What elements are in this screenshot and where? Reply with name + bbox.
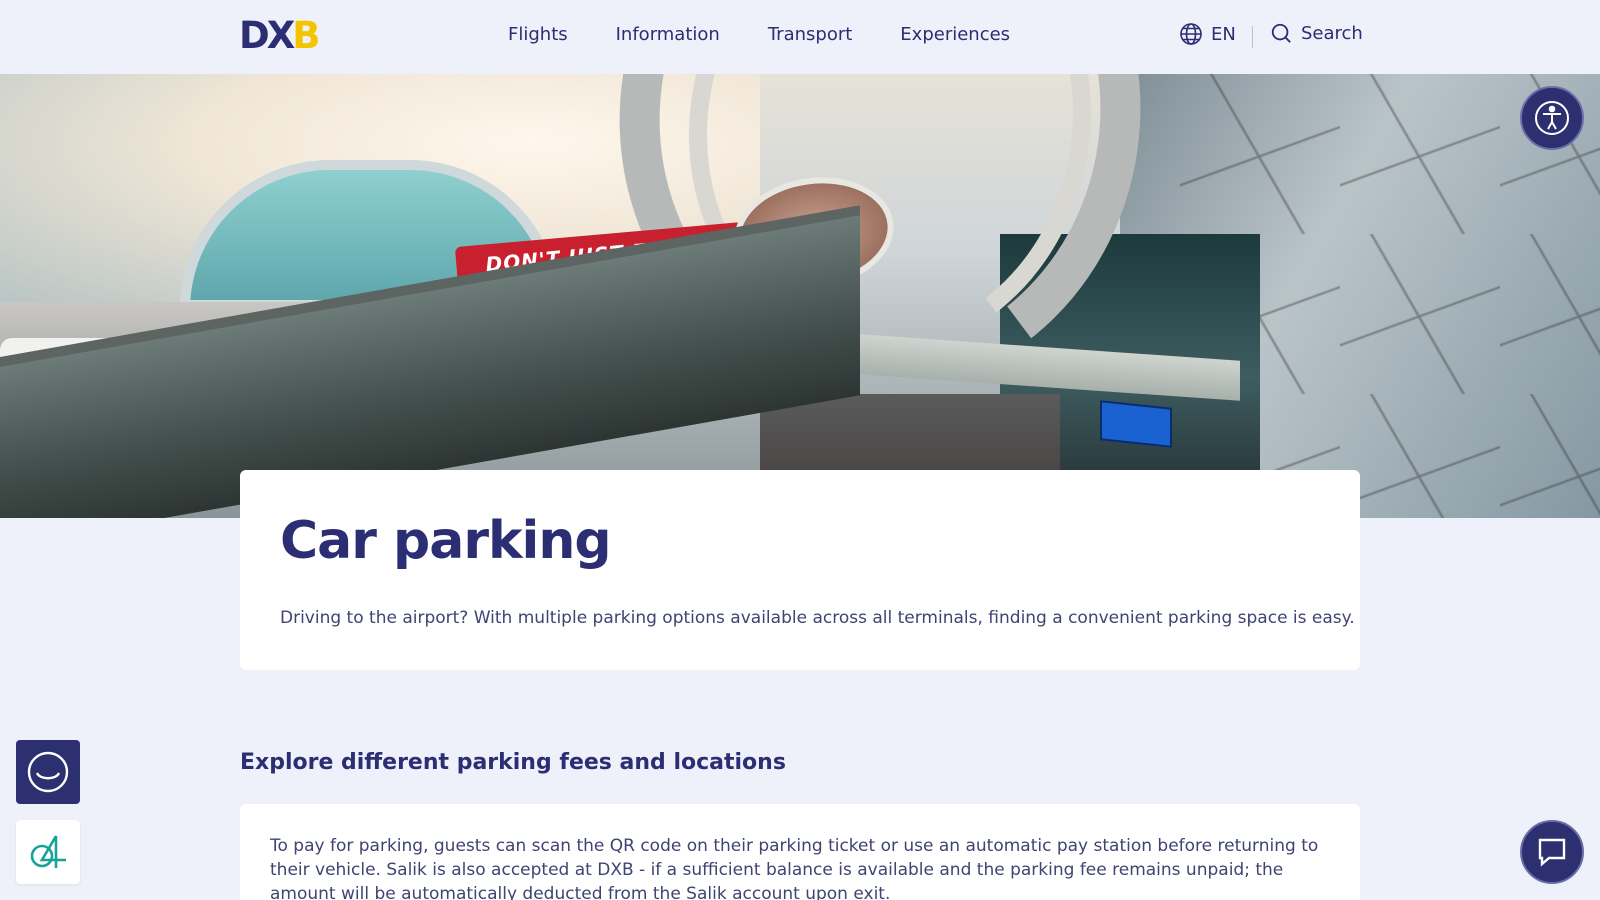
site-header: DXB Flights Information Transport Experi… [0, 0, 1600, 74]
smile-icon [27, 751, 69, 793]
hero-image: DON'T JUST FLY, FLY BETTER [0, 74, 1600, 518]
app-logo-button[interactable] [16, 820, 80, 884]
page-title: Car parking [280, 511, 612, 571]
logo-text: DX [239, 14, 295, 57]
parking-info-box: To pay for parking, guests can scan the … [240, 804, 1360, 900]
section-title: Explore different parking fees and locat… [240, 750, 786, 775]
nav-item-information[interactable]: Information [616, 22, 720, 48]
nav-item-experiences[interactable]: Experiences [900, 22, 1010, 48]
app-logo-icon [30, 835, 66, 868]
language-selector[interactable]: EN [1179, 22, 1236, 46]
page-intro: Driving to the airport? With multiple pa… [280, 608, 1355, 628]
nav-item-flights[interactable]: Flights [508, 22, 568, 48]
language-label: EN [1211, 23, 1236, 45]
chat-button[interactable] [1520, 820, 1584, 884]
feedback-button[interactable] [16, 740, 80, 804]
accessibility-icon [1535, 101, 1569, 135]
page-header-card: Car parking Driving to the airport? With… [240, 470, 1360, 670]
dxb-logo[interactable]: DXB [239, 14, 329, 58]
info-screen [1100, 400, 1172, 448]
search-button[interactable]: Search [1270, 22, 1363, 44]
chat-bubble-icon [1538, 838, 1566, 867]
search-icon [1271, 23, 1291, 43]
logo-text-accent: B [292, 14, 320, 57]
parking-info-text: To pay for parking, guests can scan the … [270, 836, 1319, 900]
search-label: Search [1301, 22, 1363, 44]
globe-icon [1180, 23, 1202, 45]
header-divider [1252, 26, 1253, 48]
accessibility-button[interactable] [1520, 86, 1584, 150]
main-nav: Flights Information Transport Experience… [508, 22, 1058, 48]
nav-item-transport[interactable]: Transport [768, 22, 852, 48]
